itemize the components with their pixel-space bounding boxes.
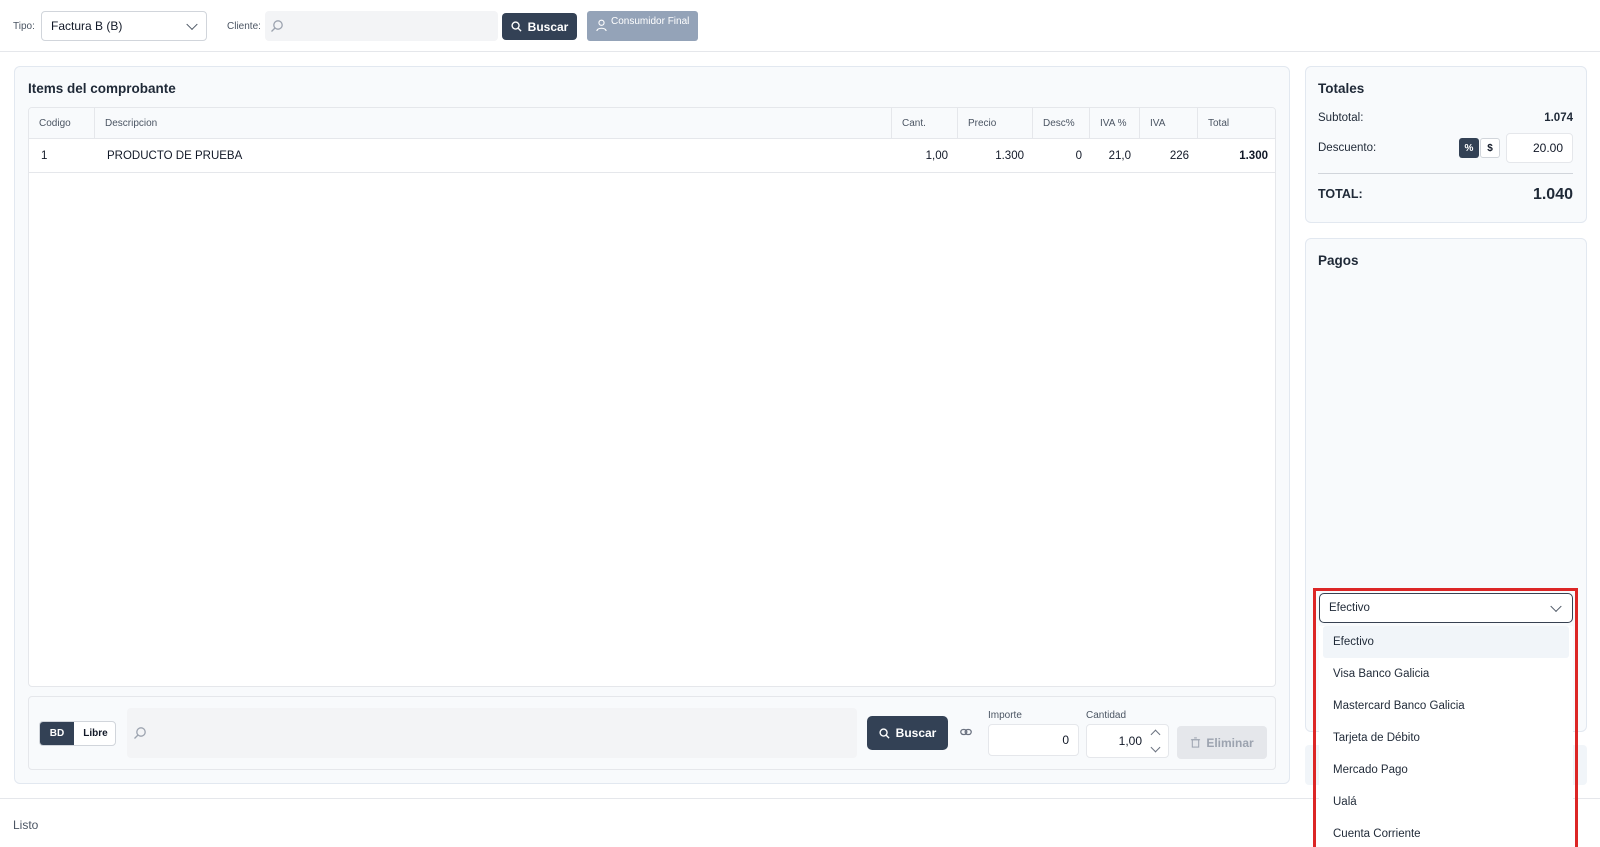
cell-desc: 0 — [1075, 150, 1082, 162]
cell-total: 1.300 — [1239, 150, 1268, 162]
mode-toggle: BD Libre — [39, 721, 116, 746]
cantidad-label: Cantidad — [1086, 710, 1127, 721]
status-text: Listo — [13, 818, 39, 832]
trash-icon — [1191, 737, 1201, 748]
buscar-cliente-label: Buscar — [527, 19, 569, 34]
column-header-iva[interactable]: IVA — [1140, 108, 1198, 139]
buscar-cliente-button[interactable]: Buscar — [502, 13, 577, 40]
product-search-input[interactable] — [127, 708, 857, 758]
search-icon — [270, 19, 284, 33]
option-mercado-pago[interactable]: Mercado Pago — [1323, 754, 1569, 786]
search-icon — [133, 726, 147, 740]
cliente-label: Cliente: — [227, 21, 261, 32]
totales-title: Totales — [1318, 81, 1365, 96]
cantidad-stepper[interactable]: 1,00 — [1086, 724, 1169, 758]
column-header-precio[interactable]: Precio — [958, 108, 1033, 139]
search-icon — [511, 21, 522, 32]
option-visa-banco-galicia[interactable]: Visa Banco Galicia — [1323, 658, 1569, 690]
buscar-producto-button[interactable]: Buscar — [867, 716, 948, 750]
search-icon — [879, 727, 890, 739]
totales-divider — [1318, 173, 1573, 174]
eliminar-label: Eliminar — [1206, 735, 1254, 750]
consumidor-final-button[interactable]: Consumidor Final — [587, 11, 698, 41]
item-entry-bar: BD Libre Buscar Importe 0 Cantidad 1,00 … — [28, 696, 1276, 770]
chevron-down-icon[interactable] — [1150, 742, 1161, 753]
subtotal-value: 1.074 — [1544, 112, 1573, 124]
cantidad-value: 1,00 — [1118, 734, 1142, 748]
option-mastercard-banco-galicia[interactable]: Mastercard Banco Galicia — [1323, 690, 1569, 722]
cell-codigo: 1 — [41, 150, 48, 162]
chevron-down-icon — [186, 18, 198, 31]
cell-cant: 1,00 — [925, 150, 948, 162]
option-efectivo[interactable]: Efectivo — [1323, 626, 1569, 658]
cell-descripcion: PRODUCTO DE PRUEBA — [107, 150, 243, 162]
column-header-descripcion[interactable]: Descripcion — [95, 108, 892, 139]
consumidor-final-label: Consumidor Final — [611, 16, 690, 27]
importe-input[interactable]: 0 — [988, 724, 1079, 756]
column-header-desc[interactable]: Desc% — [1033, 108, 1090, 139]
table-header: Codigo Descripcion Cant. Precio Desc% IV… — [29, 108, 1275, 139]
tipo-select[interactable]: Factura B (B) — [41, 11, 207, 41]
user-icon — [596, 19, 607, 32]
importe-label: Importe — [988, 710, 1022, 721]
descuento-percent-toggle[interactable]: % — [1459, 138, 1479, 158]
payment-method-value: Efectivo — [1329, 602, 1370, 614]
table-row[interactable]: 1 PRODUCTO DE PRUEBA 1,00 1.300 0 21,0 2… — [29, 139, 1275, 173]
pagos-title: Pagos — [1318, 253, 1359, 268]
descuento-amount-toggle[interactable]: $ — [1480, 138, 1500, 158]
eliminar-button[interactable]: Eliminar — [1177, 726, 1267, 759]
option-uala[interactable]: Ualá — [1323, 786, 1569, 818]
tipo-label: Tipo: — [13, 21, 35, 32]
column-header-cant[interactable]: Cant. — [892, 108, 958, 139]
items-panel-title: Items del comprobante — [28, 81, 176, 96]
items-table: Codigo Descripcion Cant. Precio Desc% IV… — [28, 107, 1276, 687]
mode-libre-button[interactable]: Libre — [74, 722, 115, 745]
option-cuenta-corriente[interactable]: Cuenta Corriente — [1323, 818, 1569, 847]
descuento-input[interactable]: 20.00 — [1506, 133, 1573, 163]
cell-iva-pct: 21,0 — [1108, 150, 1131, 162]
tipo-select-value: Factura B (B) — [51, 19, 123, 33]
link-icon[interactable] — [960, 726, 972, 736]
mode-bd-button[interactable]: BD — [40, 722, 74, 745]
descuento-label: Descuento: — [1318, 142, 1377, 154]
total-label: TOTAL: — [1318, 187, 1363, 201]
cliente-search-input[interactable] — [265, 11, 498, 41]
cell-precio: 1.300 — [995, 150, 1024, 162]
column-header-iva-pct[interactable]: IVA % — [1090, 108, 1140, 139]
subtotal-label: Subtotal: — [1318, 112, 1364, 124]
payment-method-select[interactable]: Efectivo — [1319, 593, 1573, 623]
column-header-codigo[interactable]: Codigo — [29, 108, 95, 139]
total-value: 1.040 — [1532, 186, 1573, 203]
option-tarjeta-de-debito[interactable]: Tarjeta de Débito — [1323, 722, 1569, 754]
chevron-up-icon[interactable] — [1150, 729, 1161, 740]
column-header-total[interactable]: Total — [1198, 108, 1275, 139]
buscar-producto-label: Buscar — [895, 726, 937, 740]
payment-method-options: Efectivo Visa Banco Galicia Mastercard B… — [1319, 626, 1573, 847]
cell-iva: 226 — [1169, 150, 1189, 162]
chevron-down-icon — [1550, 600, 1562, 613]
